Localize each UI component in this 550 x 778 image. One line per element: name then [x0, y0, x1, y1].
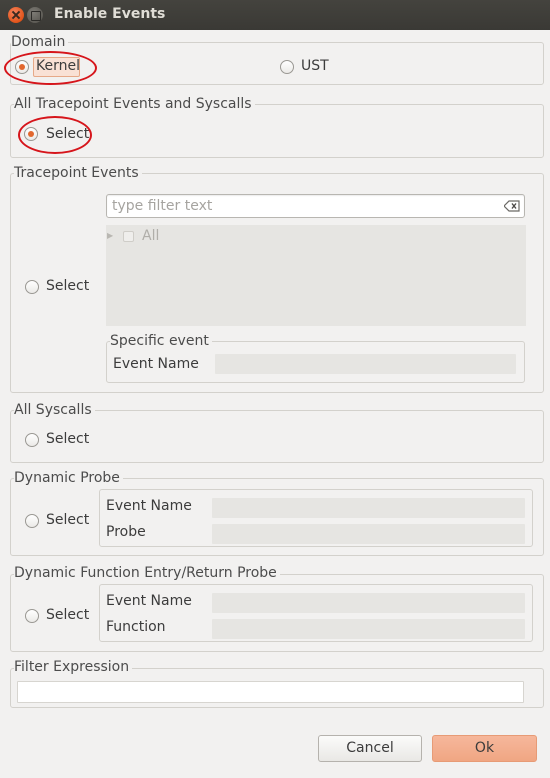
cancel-button[interactable]: Cancel [318, 735, 422, 762]
dynamic-probe-event-name-label: Event Name [106, 498, 192, 514]
ok-button[interactable]: Ok [432, 735, 537, 762]
window-title: Enable Events [54, 6, 166, 22]
tracepoint-events-select-radio[interactable] [25, 280, 39, 294]
all-tracepoints-select-radio[interactable] [24, 127, 38, 141]
specific-event-name-input[interactable] [215, 354, 516, 374]
tracepoint-events-label: Tracepoint Events [14, 165, 142, 181]
specific-event-name-label: Event Name [113, 356, 199, 372]
title-bar: Enable Events [0, 0, 550, 30]
tree-item-all-label: All [142, 228, 160, 244]
tracepoint-events-select-label[interactable]: Select [46, 278, 89, 294]
dynamic-probe-probe-input[interactable] [212, 524, 525, 544]
dynamic-function-function-input[interactable] [212, 619, 525, 639]
dynamic-function-select-label[interactable]: Select [46, 607, 89, 623]
all-tracepoints-label: All Tracepoint Events and Syscalls [14, 96, 255, 112]
dynamic-function-label: Dynamic Function Entry/Return Probe [14, 565, 280, 581]
all-syscalls-select-label[interactable]: Select [46, 431, 89, 447]
dynamic-function-function-label: Function [106, 619, 166, 635]
ust-radio-label[interactable]: UST [301, 58, 329, 74]
dynamic-probe-event-name-input[interactable] [212, 498, 525, 518]
filter-text-input[interactable]: type filter text [106, 194, 525, 218]
all-tracepoints-select-label[interactable]: Select [46, 126, 89, 142]
all-syscalls-label: All Syscalls [14, 402, 95, 418]
clear-text-icon[interactable] [504, 200, 520, 212]
filter-expression-label: Filter Expression [14, 659, 133, 675]
dynamic-function-select-radio[interactable] [25, 609, 39, 623]
dynamic-probe-select-label[interactable]: Select [46, 512, 89, 528]
kernel-radio[interactable] [15, 60, 29, 74]
expand-arrow-icon[interactable]: ▶ [107, 231, 113, 240]
dynamic-function-event-name-label: Event Name [106, 593, 192, 609]
dynamic-probe-label: Dynamic Probe [14, 470, 123, 486]
tree-item-checkbox[interactable] [123, 231, 134, 242]
minimize-window-icon[interactable] [27, 7, 43, 23]
kernel-radio-label[interactable]: Kernel [36, 58, 80, 74]
all-tracepoints-group [10, 104, 544, 158]
specific-event-label: Specific event [110, 333, 212, 349]
domain-group-label: Domain [11, 34, 69, 50]
filter-placeholder: type filter text [112, 198, 213, 214]
all-syscalls-select-radio[interactable] [25, 433, 39, 447]
close-window-icon[interactable] [8, 7, 24, 23]
filter-expression-input[interactable] [17, 681, 524, 703]
dynamic-function-event-name-input[interactable] [212, 593, 525, 613]
domain-group [10, 42, 544, 85]
event-tree[interactable] [106, 225, 526, 326]
dynamic-probe-probe-label: Probe [106, 524, 146, 540]
ust-radio[interactable] [280, 60, 294, 74]
dynamic-probe-select-radio[interactable] [25, 514, 39, 528]
